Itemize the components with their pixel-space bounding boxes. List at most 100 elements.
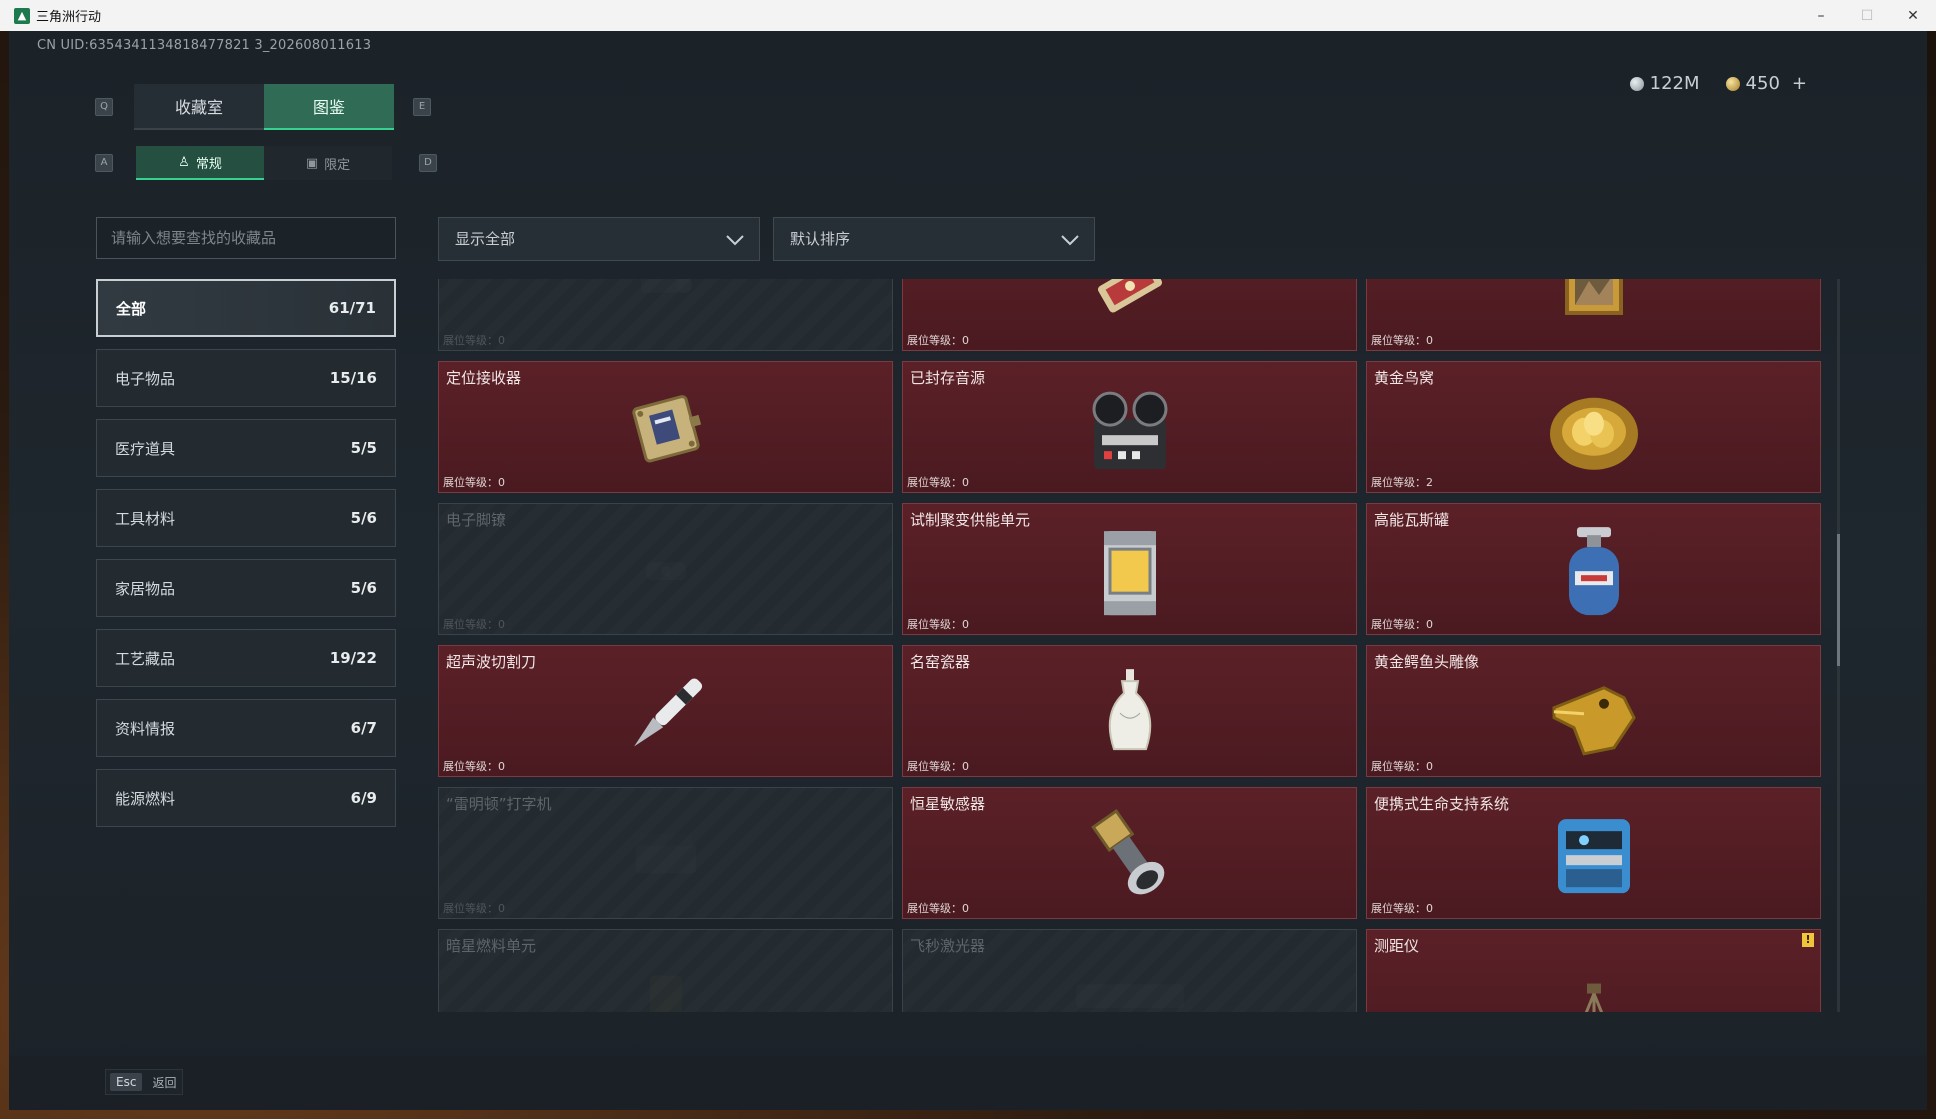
- item-card[interactable]: 试制聚变供能单元展位等级：0: [902, 503, 1357, 635]
- key-hint-e: E: [413, 98, 431, 116]
- category-label: 全部: [116, 299, 147, 318]
- uid-label: CN UID:6354341134818477821 3_20260801161…: [37, 38, 372, 53]
- item-card[interactable]: 展位等级：0: [902, 279, 1357, 351]
- item-level: 展位等级：0: [443, 758, 505, 774]
- key-hint-q: Q: [95, 98, 113, 116]
- item-level: 展位等级：0: [1371, 616, 1433, 632]
- grid-scrollbar[interactable]: [1837, 279, 1840, 1012]
- item-level: 展位等级：0: [1371, 900, 1433, 916]
- item-card[interactable]: 暗星燃料单元: [438, 929, 893, 1012]
- fuel-unit-icon: [636, 966, 696, 1012]
- gold-currency: 450 +: [1725, 73, 1807, 94]
- shackle-icon: [636, 544, 696, 598]
- level-value: 0: [498, 902, 505, 915]
- item-card[interactable]: 展位等级：0: [1366, 279, 1821, 351]
- item-card[interactable]: 黄金鸟窝 展位等级：2: [1366, 361, 1821, 493]
- level-prefix: 展位等级：: [443, 476, 498, 489]
- item-level: 展位等级：0: [443, 474, 505, 490]
- item-card[interactable]: 黄金鳄鱼头雕像 展位等级：0: [1366, 645, 1821, 777]
- close-button[interactable]: ✕: [1890, 0, 1936, 31]
- minimize-button[interactable]: –: [1798, 0, 1844, 31]
- silver-amount: 122M: [1649, 73, 1700, 94]
- level-value: 0: [1426, 618, 1433, 631]
- porcelain-vase-icon: [1100, 663, 1160, 767]
- item-name: 已封存音源: [910, 369, 986, 387]
- item-card[interactable]: 定位接收器展位等级：0: [438, 361, 893, 493]
- tab-collection-room[interactable]: 收藏室: [134, 84, 264, 130]
- figure-icon: ♙: [178, 154, 190, 170]
- item-card[interactable]: 电子脚镣 展位等级：0: [438, 503, 893, 635]
- search-input[interactable]: 请输入想要查找的收藏品: [96, 217, 396, 259]
- item-card[interactable]: 恒星敏感器 展位等级：0: [902, 787, 1357, 919]
- window-title: 三角洲行动: [36, 10, 102, 25]
- item-level: 展位等级：0: [443, 332, 505, 348]
- category-count: 5/6: [350, 579, 377, 597]
- painting-icon: [1559, 279, 1629, 325]
- category-medical[interactable]: 医疗道具 5/5: [96, 419, 396, 477]
- level-prefix: 展位等级：: [907, 618, 962, 631]
- item-level: 展位等级：0: [1371, 758, 1433, 774]
- chevron-down-icon: [1061, 235, 1079, 246]
- tab-catalog[interactable]: 图鉴: [264, 84, 394, 130]
- scrollbar-thumb[interactable]: [1837, 534, 1840, 666]
- star-sensor-icon: [1080, 805, 1180, 909]
- item-card[interactable]: 已封存音源展位等级：0: [902, 361, 1357, 493]
- level-value: 0: [962, 902, 969, 915]
- item-card[interactable]: 便携式生命支持系统 展位等级：0: [1366, 787, 1821, 919]
- item-name: 测距仪: [1374, 937, 1420, 955]
- level-prefix: 展位等级：: [907, 476, 962, 489]
- maximize-button[interactable]: ☐: [1844, 0, 1890, 31]
- category-count: 5/6: [350, 509, 377, 527]
- golden-crocodile-icon: [1544, 668, 1644, 762]
- item-name: 试制聚变供能单元: [910, 511, 1031, 529]
- level-prefix: 展位等级：: [443, 618, 498, 631]
- item-level: 展位等级：0: [443, 900, 505, 916]
- category-label: 电子物品: [115, 369, 176, 388]
- add-currency-button[interactable]: +: [1792, 73, 1807, 94]
- rangefinder-icon: [1569, 966, 1619, 1012]
- item-card[interactable]: 展位等级：0: [438, 279, 893, 351]
- esc-key-label: Esc: [110, 1073, 143, 1091]
- item-level: 展位等级：2: [1371, 474, 1433, 490]
- category-label: 家居物品: [115, 579, 176, 598]
- category-energy[interactable]: 能源燃料 6/9: [96, 769, 396, 827]
- level-value: 0: [1426, 902, 1433, 915]
- item-card[interactable]: 测距仪!: [1366, 929, 1821, 1012]
- level-value: 0: [962, 476, 969, 489]
- subtab-limited[interactable]: ▣ 限定: [264, 146, 392, 180]
- item-card[interactable]: 高能瓦斯罐 展位等级：0: [1366, 503, 1821, 635]
- subtab-regular[interactable]: ♙ 常规: [136, 146, 264, 180]
- back-button[interactable]: Esc 返回: [105, 1069, 184, 1095]
- item-card[interactable]: 飞秒激光器: [902, 929, 1357, 1012]
- category-count: 61/71: [328, 299, 376, 317]
- cutter-icon: [616, 663, 716, 767]
- category-tools[interactable]: 工具材料 5/6: [96, 489, 396, 547]
- item-name: 定位接收器: [446, 369, 522, 387]
- item-name: 恒星敏感器: [910, 795, 986, 813]
- category-household[interactable]: 家居物品 5/6: [96, 559, 396, 617]
- category-intel[interactable]: 资料情报 6/7: [96, 699, 396, 757]
- filter-dropdown[interactable]: 显示全部: [438, 217, 760, 261]
- item-card[interactable]: “雷明顿”打字机 展位等级：0: [438, 787, 893, 919]
- silver-coin-icon: [1629, 76, 1644, 91]
- category-count: 19/22: [329, 649, 377, 667]
- gold-coin-icon: [1725, 76, 1740, 91]
- level-value: 0: [1426, 760, 1433, 773]
- level-prefix: 展位等级：: [907, 334, 962, 347]
- item-level: 展位等级：0: [907, 474, 969, 490]
- category-crafts[interactable]: 工艺藏品 19/22: [96, 629, 396, 687]
- item-card[interactable]: 超声波切割刀 展位等级：0: [438, 645, 893, 777]
- sort-dropdown[interactable]: 默认排序: [773, 217, 1095, 261]
- level-prefix: 展位等级：: [443, 902, 498, 915]
- category-list: 全部 61/71 电子物品 15/16 医疗道具 5/5 工具材料 5/6 家居物品 5/…: [96, 279, 396, 839]
- level-value: 0: [962, 618, 969, 631]
- category-electronics[interactable]: 电子物品 15/16: [96, 349, 396, 407]
- ornament-icon: [1085, 279, 1175, 325]
- item-name: “雷明顿”打字机: [446, 795, 552, 813]
- category-all[interactable]: 全部 61/71: [96, 279, 396, 337]
- category-label: 医疗道具: [115, 439, 176, 458]
- picture-icon: ▣: [305, 155, 319, 171]
- item-card[interactable]: 名窑瓷器 展位等级：0: [902, 645, 1357, 777]
- game-viewport: CN UID:6354341134818477821 3_20260801161…: [9, 31, 1927, 1110]
- category-count: 5/5: [350, 439, 377, 457]
